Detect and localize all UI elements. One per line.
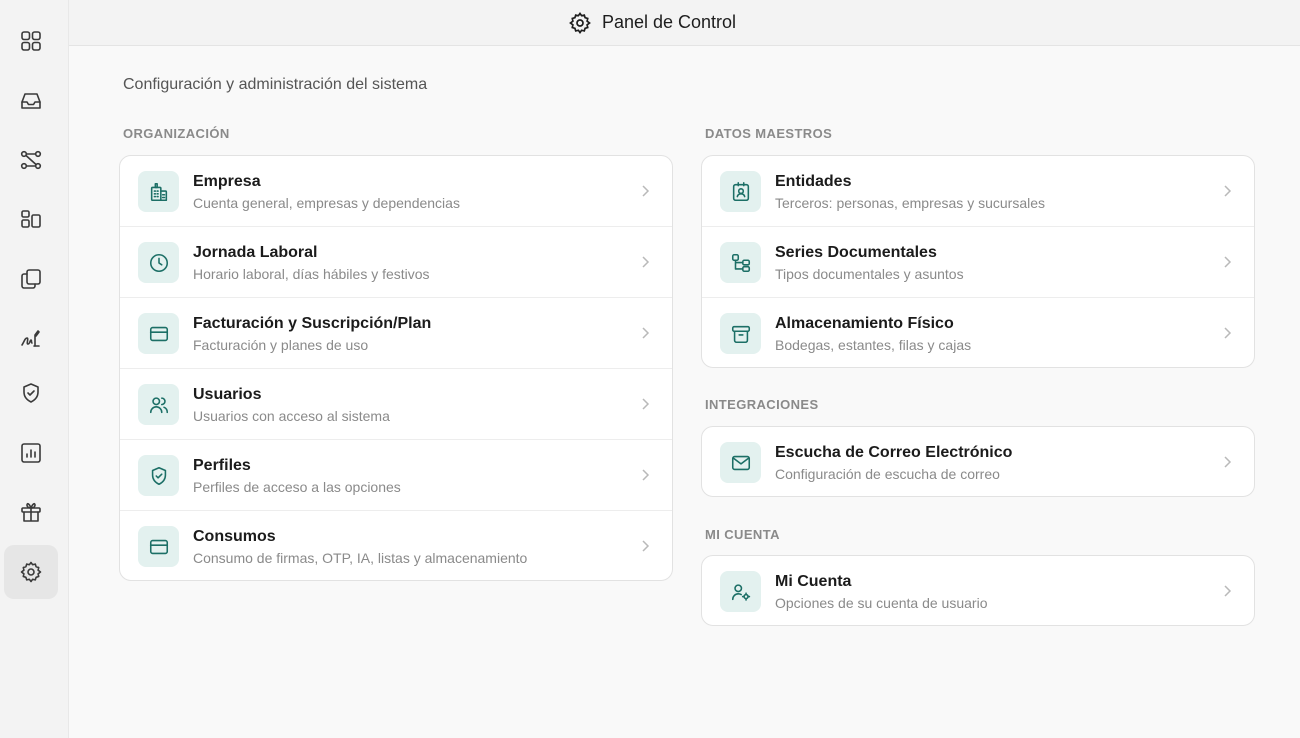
chevron-right-icon <box>1224 185 1232 197</box>
chevron-right-icon <box>642 398 650 410</box>
tree-icon <box>731 253 750 272</box>
clock-icon <box>149 253 168 272</box>
list-item-jornada-laboral[interactable]: Jornada Laboral Horario laboral, días háb… <box>120 227 672 298</box>
item-description: Opciones de su cuenta de usuario <box>775 595 988 611</box>
list-item-usuarios[interactable]: Usuarios Usuarios con acceso al sistema <box>120 369 672 440</box>
item-description: Consumo de firmas, OTP, IA, listas y alm… <box>193 550 528 566</box>
item-description: Configuración de escucha de correo <box>775 466 1000 482</box>
section-label-mi-cuenta: MI CUENTA <box>705 527 780 542</box>
card-mi-cuenta: Mi Cuenta Opciones de su cuenta de usuari… <box>701 555 1255 626</box>
sidebar-item-gifts[interactable] <box>4 485 58 539</box>
signature-icon <box>21 330 40 347</box>
shield-check-icon <box>23 383 39 403</box>
chevron-right-icon <box>642 327 650 339</box>
gear-icon <box>569 11 591 34</box>
sidebar-item-inbox[interactable] <box>4 74 58 128</box>
page-subtitle: Configuración y administración del siste… <box>123 76 428 93</box>
item-name: Escucha de Correo Electrónico <box>775 444 1013 461</box>
card-integraciones: Escucha de Correo Electrónico Configuraci… <box>701 426 1255 497</box>
item-description: Perfiles de acceso a las opciones <box>193 479 401 495</box>
item-name: Entidades <box>775 173 852 190</box>
list-item-consumos[interactable]: Consumos Consumo de firmas, OTP, IA, list… <box>120 511 672 580</box>
sidebar-item-security[interactable] <box>4 366 58 420</box>
archive-box-icon <box>731 325 750 343</box>
chevron-right-icon <box>1224 256 1232 268</box>
credit-card-icon <box>149 326 168 341</box>
list-item-mi-cuenta[interactable]: Mi Cuenta Opciones de su cuenta de usuari… <box>702 556 1254 625</box>
list-item-series-documentales[interactable]: Series Documentales Tipos documentales y … <box>702 227 1254 298</box>
item-description: Tipos documentales y asuntos <box>775 266 964 282</box>
item-name: Series Documentales <box>775 244 937 261</box>
section-label-integraciones: INTEGRACIONES <box>705 397 819 412</box>
section-label-organizacion: ORGANIZACIÓN <box>123 126 230 141</box>
chevron-right-icon <box>642 540 650 552</box>
item-name: Jornada Laboral <box>193 244 318 261</box>
page-title: Panel de Control <box>601 12 737 32</box>
item-name: Usuarios <box>193 386 262 403</box>
sidebar-item-layout[interactable] <box>4 192 58 246</box>
item-description: Cuenta general, empresas y dependencias <box>193 195 460 211</box>
list-item-empresa[interactable]: Empresa Cuenta general, empresas y depend… <box>120 156 672 227</box>
item-description: Facturación y planes de uso <box>193 337 369 353</box>
contact-card-icon <box>732 181 749 201</box>
mail-icon <box>731 455 750 470</box>
item-name: Almacenamiento Físico <box>775 315 954 332</box>
sidebar <box>0 0 69 738</box>
users-icon <box>149 396 168 413</box>
sidebar-item-dashboard[interactable] <box>4 14 58 68</box>
workflow-icon <box>20 150 42 170</box>
chevron-right-icon <box>1224 585 1232 597</box>
layout-icon <box>21 210 41 228</box>
building-icon <box>150 182 167 201</box>
inbox-icon <box>21 93 41 109</box>
item-description: Bodegas, estantes, filas y cajas <box>775 337 972 353</box>
shield-check-icon <box>151 466 166 485</box>
list-item-facturacion[interactable]: Facturación y Suscripción/Plan Facturació… <box>120 298 672 369</box>
item-description: Terceros: personas, empresas y sucursale… <box>775 195 1045 211</box>
section-label-datos-maestros: DATOS MAESTROS <box>705 126 833 141</box>
item-name: Perfiles <box>193 457 251 474</box>
credit-card-icon <box>149 539 168 554</box>
list-item-entidades[interactable]: Entidades Terceros: personas, empresas y … <box>702 156 1254 227</box>
card-datos-maestros: Entidades Terceros: personas, empresas y … <box>701 155 1255 368</box>
report-chart-icon <box>21 443 41 463</box>
chevron-right-icon <box>642 185 650 197</box>
item-name: Mi Cuenta <box>775 573 852 590</box>
sidebar-item-documents[interactable] <box>4 252 58 306</box>
item-name: Empresa <box>193 173 261 190</box>
list-item-almacenamiento-fisico[interactable]: Almacenamiento Físico Bodegas, estantes, … <box>702 298 1254 367</box>
gift-icon <box>21 502 41 522</box>
item-name: Facturación y Suscripción/Plan <box>193 315 432 332</box>
card-organizacion: Empresa Cuenta general, empresas y depend… <box>119 155 673 581</box>
item-name: Consumos <box>193 528 276 545</box>
grid-icon <box>21 31 41 51</box>
item-description: Horario laboral, días hábiles y festivos <box>193 266 430 282</box>
sidebar-item-settings[interactable] <box>4 545 58 599</box>
copy-icon <box>21 269 41 289</box>
chevron-right-icon <box>1224 456 1232 468</box>
chevron-right-icon <box>642 256 650 268</box>
chevron-right-icon <box>1224 327 1232 339</box>
item-description: Usuarios con acceso al sistema <box>193 408 390 424</box>
chevron-right-icon <box>642 469 650 481</box>
header: Panel de Control <box>69 0 1300 46</box>
list-item-escucha-correo[interactable]: Escucha de Correo Electrónico Configuraci… <box>702 427 1254 496</box>
user-settings-icon <box>731 583 750 601</box>
settings-icon <box>20 561 42 583</box>
list-item-perfiles[interactable]: Perfiles Perfiles de acceso a las opcione… <box>120 440 672 511</box>
sidebar-item-signatures[interactable] <box>4 311 58 365</box>
sidebar-item-reports[interactable] <box>4 426 58 480</box>
sidebar-item-workflow[interactable] <box>4 133 58 187</box>
